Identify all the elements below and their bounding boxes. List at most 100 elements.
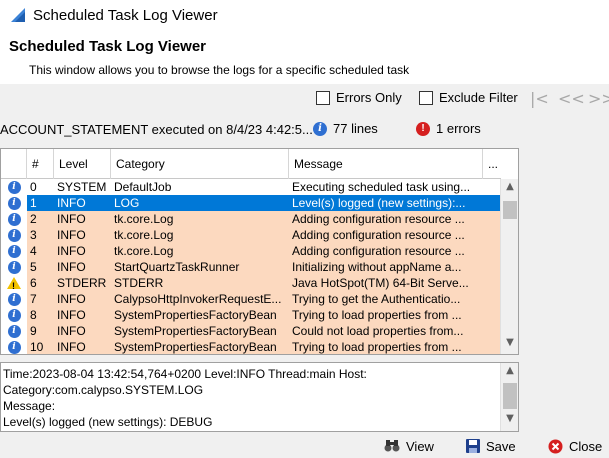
errors-only-label: Errors Only (336, 90, 402, 105)
row-icon-cell: i (1, 211, 27, 227)
page-description: This window allows you to browse the log… (29, 63, 410, 77)
scroll-up-icon[interactable]: ▲ (501, 181, 518, 197)
cell-num: 9 (27, 323, 54, 339)
column-header-category[interactable]: Category (111, 149, 289, 179)
errors-only-checkbox[interactable]: Errors Only (316, 90, 402, 105)
save-button[interactable]: Save (466, 437, 516, 455)
cell-message: Could not load properties from... (289, 323, 483, 339)
save-icon (466, 439, 480, 453)
table-row[interactable]: i 4 INFO tk.core.Log Adding configuration re… (1, 243, 501, 259)
cell-message: Adding configuration resource ... (289, 227, 483, 243)
scroll-down-icon[interactable]: ▼ (501, 413, 518, 429)
log-detail-textarea[interactable]: Time:2023-08-04 13:42:54,764+0200 Level:… (0, 362, 519, 432)
detail-line: Category:com.calypso.SYSTEM.LOG (3, 383, 204, 397)
error-count-label: 1 errors (436, 121, 481, 136)
cell-level: INFO (54, 243, 111, 259)
row-icon-cell: i (1, 179, 27, 195)
cell-num: 2 (27, 211, 54, 227)
table-row[interactable]: i 7 INFO CalypsoHttpInvokerRequestE... Tryin… (1, 291, 501, 307)
warning-icon: ! (7, 277, 21, 291)
column-header-number[interactable]: # (27, 149, 54, 179)
row-icon-cell: i (1, 307, 27, 323)
cell-category: SystemPropertiesFactoryBean (111, 323, 289, 339)
table-row[interactable]: i 8 INFO SystemPropertiesFactoryBean Trying … (1, 307, 501, 323)
info-icon: i (7, 324, 21, 338)
info-icon: i (7, 180, 21, 194)
view-button-label: View (406, 438, 434, 454)
table-row[interactable]: i 0 SYSTEM DefaultJob Executing scheduled ta… (1, 179, 501, 195)
cell-more (483, 339, 501, 354)
cell-more (483, 323, 501, 339)
detail-line: Message: (3, 399, 56, 413)
scroll-thumb[interactable] (503, 201, 517, 219)
cell-category: tk.core.Log (111, 243, 289, 259)
window-title: Scheduled Task Log Viewer (33, 6, 218, 24)
task-info-bar: ACCOUNT_STATEMENT executed on 8/4/23 4:4… (0, 118, 609, 140)
column-header-icon[interactable] (1, 149, 27, 179)
cell-more (483, 195, 501, 211)
first-page-button[interactable]: |< (530, 89, 549, 108)
table-row[interactable]: i 9 INFO SystemPropertiesFactoryBean Could n… (1, 323, 501, 339)
cell-more (483, 211, 501, 227)
exclude-filter-checkbox[interactable]: Exclude Filter (419, 90, 518, 105)
row-icon-cell: ! (1, 275, 27, 291)
next-page-button[interactable]: >> (588, 89, 609, 108)
cell-num: 10 (27, 339, 54, 354)
checkbox-box[interactable] (419, 90, 433, 105)
info-icon: i (7, 212, 21, 226)
cell-level: INFO (54, 195, 111, 211)
column-header-message[interactable]: Message (289, 149, 483, 179)
cell-message: Java HotSpot(TM) 64-Bit Serve... (289, 275, 483, 291)
checkbox-box[interactable] (316, 90, 330, 105)
table-row[interactable]: i 2 INFO tk.core.Log Adding configuration re… (1, 211, 501, 227)
row-icon-cell: i (1, 339, 27, 354)
table-row[interactable]: i 1 INFO LOG Level(s) logged (new settings):… (1, 195, 501, 211)
task-execution-text: ACCOUNT_STATEMENT executed on 8/4/23 4:4… (0, 122, 313, 137)
close-button[interactable]: Close (548, 437, 602, 455)
detail-line: Time:2023-08-04 13:42:54,764+0200 Level:… (3, 367, 367, 381)
error-icon: ! (416, 121, 430, 136)
previous-page-button[interactable]: << (558, 89, 585, 108)
detail-scrollbar[interactable]: ▲ ▼ (500, 363, 518, 431)
row-icon-cell: i (1, 195, 27, 211)
column-header-level[interactable]: Level (54, 149, 111, 179)
cell-category: LOG (111, 195, 289, 211)
info-icon: i (7, 340, 21, 354)
page-header: Scheduled Task Log Viewer This window al… (0, 30, 609, 84)
table-row[interactable]: ! 6 STDERR STDERR Java HotSpot(TM) 64-Bit Se… (1, 275, 501, 291)
app-icon (11, 8, 25, 22)
cell-more (483, 275, 501, 291)
cell-category: StartQuartzTaskRunner (111, 259, 289, 275)
cell-level: SYSTEM (57, 180, 107, 194)
cell-message: Adding configuration resource ... (289, 211, 483, 227)
view-button[interactable]: View (384, 437, 434, 455)
info-icon: i (7, 308, 21, 322)
line-count-label: 77 lines (333, 121, 378, 136)
scroll-up-icon[interactable]: ▲ (501, 365, 518, 381)
detail-line: Level(s) logged (new settings): DEBUG (3, 415, 213, 429)
cell-more (483, 259, 501, 275)
info-icon: i (313, 121, 327, 136)
row-icon-cell: i (1, 243, 27, 259)
cell-message: Initializing without appName a... (289, 259, 483, 275)
table-row[interactable]: i 5 INFO StartQuartzTaskRunner Initializing … (1, 259, 501, 275)
cell-num: 1 (27, 195, 54, 211)
cell-category: SystemPropertiesFactoryBean (111, 339, 289, 354)
table-row[interactable]: i 10 INFO SystemPropertiesFactoryBean Trying… (1, 339, 501, 354)
scroll-down-icon[interactable]: ▼ (501, 337, 518, 353)
cell-category: CalypsoHttpInvokerRequestE... (111, 291, 289, 307)
scroll-thumb[interactable] (503, 383, 517, 409)
cell-level: INFO (54, 227, 111, 243)
cell-more (483, 243, 501, 259)
column-header-more[interactable]: ... (483, 149, 501, 179)
table-row[interactable]: i 3 INFO tk.core.Log Adding configuration re… (1, 227, 501, 243)
table-scrollbar[interactable]: ▲ ▼ (500, 179, 518, 354)
info-icon: i (7, 260, 21, 274)
cell-message: Executing scheduled task using... (292, 180, 471, 194)
cell-num: 4 (27, 243, 54, 259)
binoculars-icon (384, 440, 400, 452)
cell-num: 3 (27, 227, 54, 243)
log-table[interactable]: # Level Category Message ... i 0 SYSTEM Def… (0, 148, 519, 355)
cell-more (483, 307, 501, 323)
cell-level: INFO (54, 291, 111, 307)
